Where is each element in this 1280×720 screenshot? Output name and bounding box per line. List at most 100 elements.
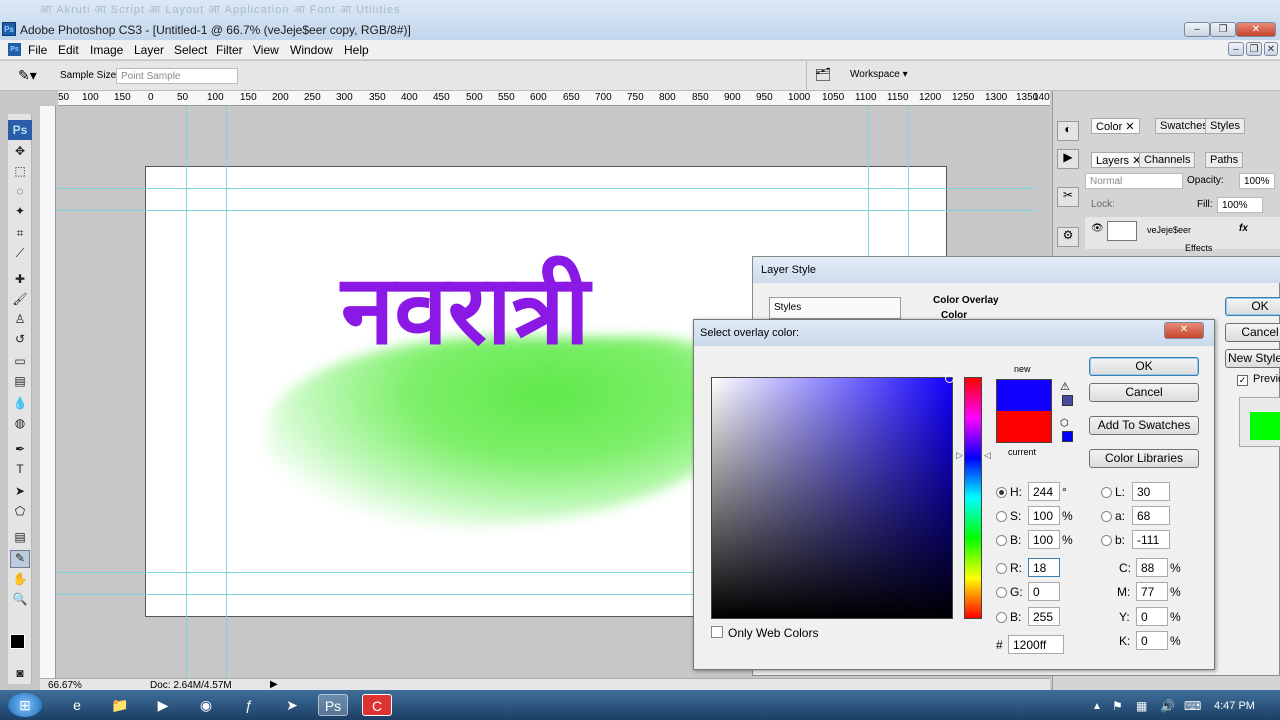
layer-name[interactable]: veJeje$eer: [1147, 225, 1191, 235]
radio-a[interactable]: [1101, 511, 1112, 522]
radio-lightness[interactable]: [1101, 487, 1112, 498]
layer-row[interactable]: 👁 veJeje$eer fx Effects: [1085, 217, 1280, 253]
menu-select[interactable]: Select: [174, 43, 207, 57]
color-field[interactable]: [711, 374, 954, 619]
chrome-icon[interactable]: ◉: [191, 694, 221, 716]
marquee-tool-icon[interactable]: ⬚: [10, 164, 30, 182]
flag-icon[interactable]: ⚑: [1112, 699, 1123, 713]
hue-field[interactable]: 244: [1028, 482, 1060, 501]
b-field[interactable]: -111: [1132, 530, 1170, 549]
brightness-field[interactable]: 100: [1028, 530, 1060, 549]
lasso-tool-icon[interactable]: ◌: [10, 184, 30, 202]
radio-b[interactable]: [1101, 535, 1112, 546]
menu-help[interactable]: Help: [344, 43, 369, 57]
red-field[interactable]: 18: [1028, 558, 1060, 577]
clock[interactable]: 4:47 PM: [1214, 700, 1255, 712]
doc-close-button[interactable]: ✕: [1264, 42, 1278, 56]
picker-cancel-button[interactable]: Cancel: [1089, 383, 1199, 402]
status-menu-arrow-icon[interactable]: ▶: [270, 679, 278, 690]
sample-size-select[interactable]: Point Sample: [116, 68, 238, 84]
foreground-color-swatch[interactable]: [10, 634, 25, 649]
guide-horizontal[interactable]: [56, 210, 1036, 211]
actions-icon[interactable]: ▶: [1057, 149, 1079, 169]
path-select-icon[interactable]: ➤: [10, 484, 30, 502]
file-browser-icon[interactable]: 🗂: [812, 67, 834, 85]
hex-field[interactable]: 1200ff: [1008, 635, 1064, 654]
radio-green[interactable]: [996, 587, 1007, 598]
hand-tool-icon[interactable]: ✋: [10, 572, 30, 590]
dodge-tool-icon[interactable]: ◍: [10, 416, 30, 434]
radio-brightness[interactable]: [996, 535, 1007, 546]
preview-checkbox[interactable]: ✓: [1237, 375, 1248, 386]
eye-icon[interactable]: 👁: [1091, 223, 1104, 234]
minimize-button[interactable]: –: [1184, 22, 1210, 37]
radio-saturation[interactable]: [996, 511, 1007, 522]
explorer-icon[interactable]: 📁: [105, 694, 135, 716]
network-icon[interactable]: ▦: [1136, 699, 1147, 713]
tool-presets-icon[interactable]: ✂: [1057, 187, 1079, 207]
radio-red[interactable]: [996, 563, 1007, 574]
color-libraries-button[interactable]: Color Libraries: [1089, 449, 1199, 468]
fill-field[interactable]: 100%: [1217, 197, 1263, 213]
layer-style-ok-button[interactable]: OK: [1225, 297, 1280, 316]
guide-vertical[interactable]: [186, 106, 187, 678]
workspace-menu[interactable]: Workspace ▾: [850, 69, 908, 80]
picker-ok-button[interactable]: OK: [1089, 357, 1199, 376]
lightness-field[interactable]: 30: [1132, 482, 1170, 501]
keyboard-icon[interactable]: ⌨: [1184, 699, 1201, 713]
blend-mode-select[interactable]: Normal: [1085, 173, 1183, 189]
menu-filter[interactable]: Filter: [216, 43, 243, 57]
menu-layer[interactable]: Layer: [134, 43, 164, 57]
styles-list-header[interactable]: Styles: [769, 297, 901, 319]
close-button[interactable]: ✕: [1236, 22, 1276, 37]
menu-view[interactable]: View: [253, 43, 279, 57]
eyedropper-tool-icon[interactable]: ✎: [10, 550, 30, 568]
opacity-field[interactable]: 100%: [1239, 173, 1275, 189]
stamp-tool-icon[interactable]: ♙: [10, 312, 30, 330]
guide-vertical[interactable]: [868, 106, 869, 256]
recorder-task-icon[interactable]: C: [362, 694, 392, 716]
start-button-icon[interactable]: ⊞: [8, 693, 42, 717]
tray-arrow-icon[interactable]: ▲: [1092, 701, 1102, 712]
notes-tool-icon[interactable]: ▤: [10, 530, 30, 548]
web-safe-swatch[interactable]: [1062, 431, 1073, 442]
black-field[interactable]: 0: [1136, 631, 1168, 650]
blue-field[interactable]: 255: [1028, 607, 1060, 626]
slice-tool-icon[interactable]: ⟋: [10, 246, 30, 264]
ie-icon[interactable]: e: [62, 694, 92, 716]
healing-brush-icon[interactable]: ✚: [10, 272, 30, 290]
add-to-swatches-button[interactable]: Add To Swatches: [1089, 416, 1199, 435]
green-field[interactable]: 0: [1028, 582, 1060, 601]
doc-restore-button[interactable]: ❐: [1246, 42, 1262, 56]
magic-wand-icon[interactable]: ✦: [10, 204, 30, 222]
tab-paths[interactable]: Paths: [1205, 152, 1244, 168]
eraser-tool-icon[interactable]: ▭: [10, 354, 30, 372]
volume-icon[interactable]: 🔊: [1160, 699, 1175, 713]
crop-tool-icon[interactable]: ⌗: [10, 226, 30, 244]
doc-icon[interactable]: Ps: [8, 43, 21, 56]
saturation-field[interactable]: 100: [1028, 506, 1060, 525]
pen-tool-icon[interactable]: ✒: [10, 442, 30, 460]
menu-image[interactable]: Image: [90, 43, 123, 57]
hue-slider-right-arrow-icon[interactable]: ◁: [984, 450, 991, 461]
guide-vertical[interactable]: [908, 106, 909, 256]
move-tool-icon[interactable]: ✥: [10, 144, 30, 162]
navigator-icon[interactable]: ◐: [1057, 121, 1079, 141]
shape-tool-icon[interactable]: ⬠: [10, 504, 30, 522]
guide-vertical[interactable]: [226, 106, 227, 678]
guide-horizontal[interactable]: [56, 188, 1036, 189]
tab-channels[interactable]: Channels: [1139, 152, 1196, 168]
tab-styles[interactable]: Styles: [1205, 118, 1245, 134]
menu-edit[interactable]: Edit: [58, 43, 79, 57]
gamut-warning-icon[interactable]: ⚠: [1060, 380, 1070, 393]
fx-badge[interactable]: fx: [1239, 223, 1248, 234]
gamut-swatch[interactable]: [1062, 395, 1073, 406]
radio-blue[interactable]: [996, 612, 1007, 623]
picker-close-button[interactable]: ✕: [1164, 322, 1204, 339]
eyedropper-icon[interactable]: ✎▾: [18, 67, 37, 84]
photoshop-task-icon[interactable]: Ps: [318, 694, 348, 716]
blur-tool-icon[interactable]: 💧: [10, 396, 30, 414]
brush-tool-icon[interactable]: 🖌: [10, 292, 30, 310]
tab-color[interactable]: Color ✕: [1091, 118, 1140, 134]
app-icon-arrow[interactable]: ➤: [277, 694, 307, 716]
